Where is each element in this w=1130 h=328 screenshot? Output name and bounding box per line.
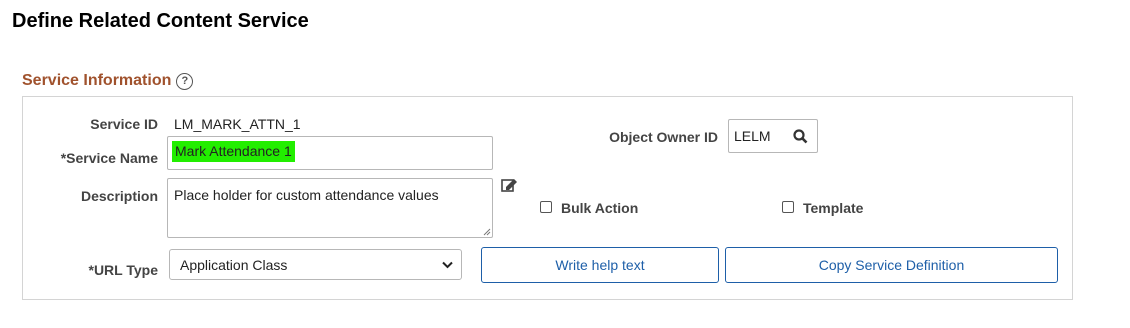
template-checkbox[interactable] [782,201,794,213]
service-name-value: Mark Attendance 1 [172,141,295,162]
edit-icon[interactable] [501,177,519,193]
service-name-label: *Service Name [60,150,158,166]
resize-handle-icon[interactable] [483,228,491,236]
service-name-input[interactable]: Mark Attendance 1 [167,136,493,170]
chevron-down-icon [442,261,453,269]
bulk-action-checkbox[interactable] [540,201,552,213]
object-owner-id-label: Object Owner ID [609,129,718,145]
service-id-label: Service ID [90,116,158,132]
object-owner-id-input[interactable]: LELM [728,119,818,153]
write-help-text-button[interactable]: Write help text [481,247,719,283]
description-label: Description [80,188,158,204]
section-header: Service Information ? [22,72,194,90]
template-label: Template [803,200,864,216]
object-owner-id-value: LELM [734,128,771,144]
description-textarea[interactable]: Place holder for custom attendance value… [167,178,493,238]
search-icon[interactable] [793,129,808,144]
section-title: Service Information [22,72,172,89]
url-type-label: *URL Type [88,262,159,278]
service-id-value: LM_MARK_ATTN_1 [174,116,301,132]
help-icon[interactable]: ? [176,72,194,90]
copy-service-definition-button[interactable]: Copy Service Definition [725,247,1058,283]
url-type-value: Application Class [180,257,288,273]
bulk-action-label: Bulk Action [561,200,639,216]
url-type-select[interactable]: Application Class [169,249,462,280]
page-title: Define Related Content Service [12,10,309,32]
description-value: Place holder for custom attendance value… [174,187,439,203]
